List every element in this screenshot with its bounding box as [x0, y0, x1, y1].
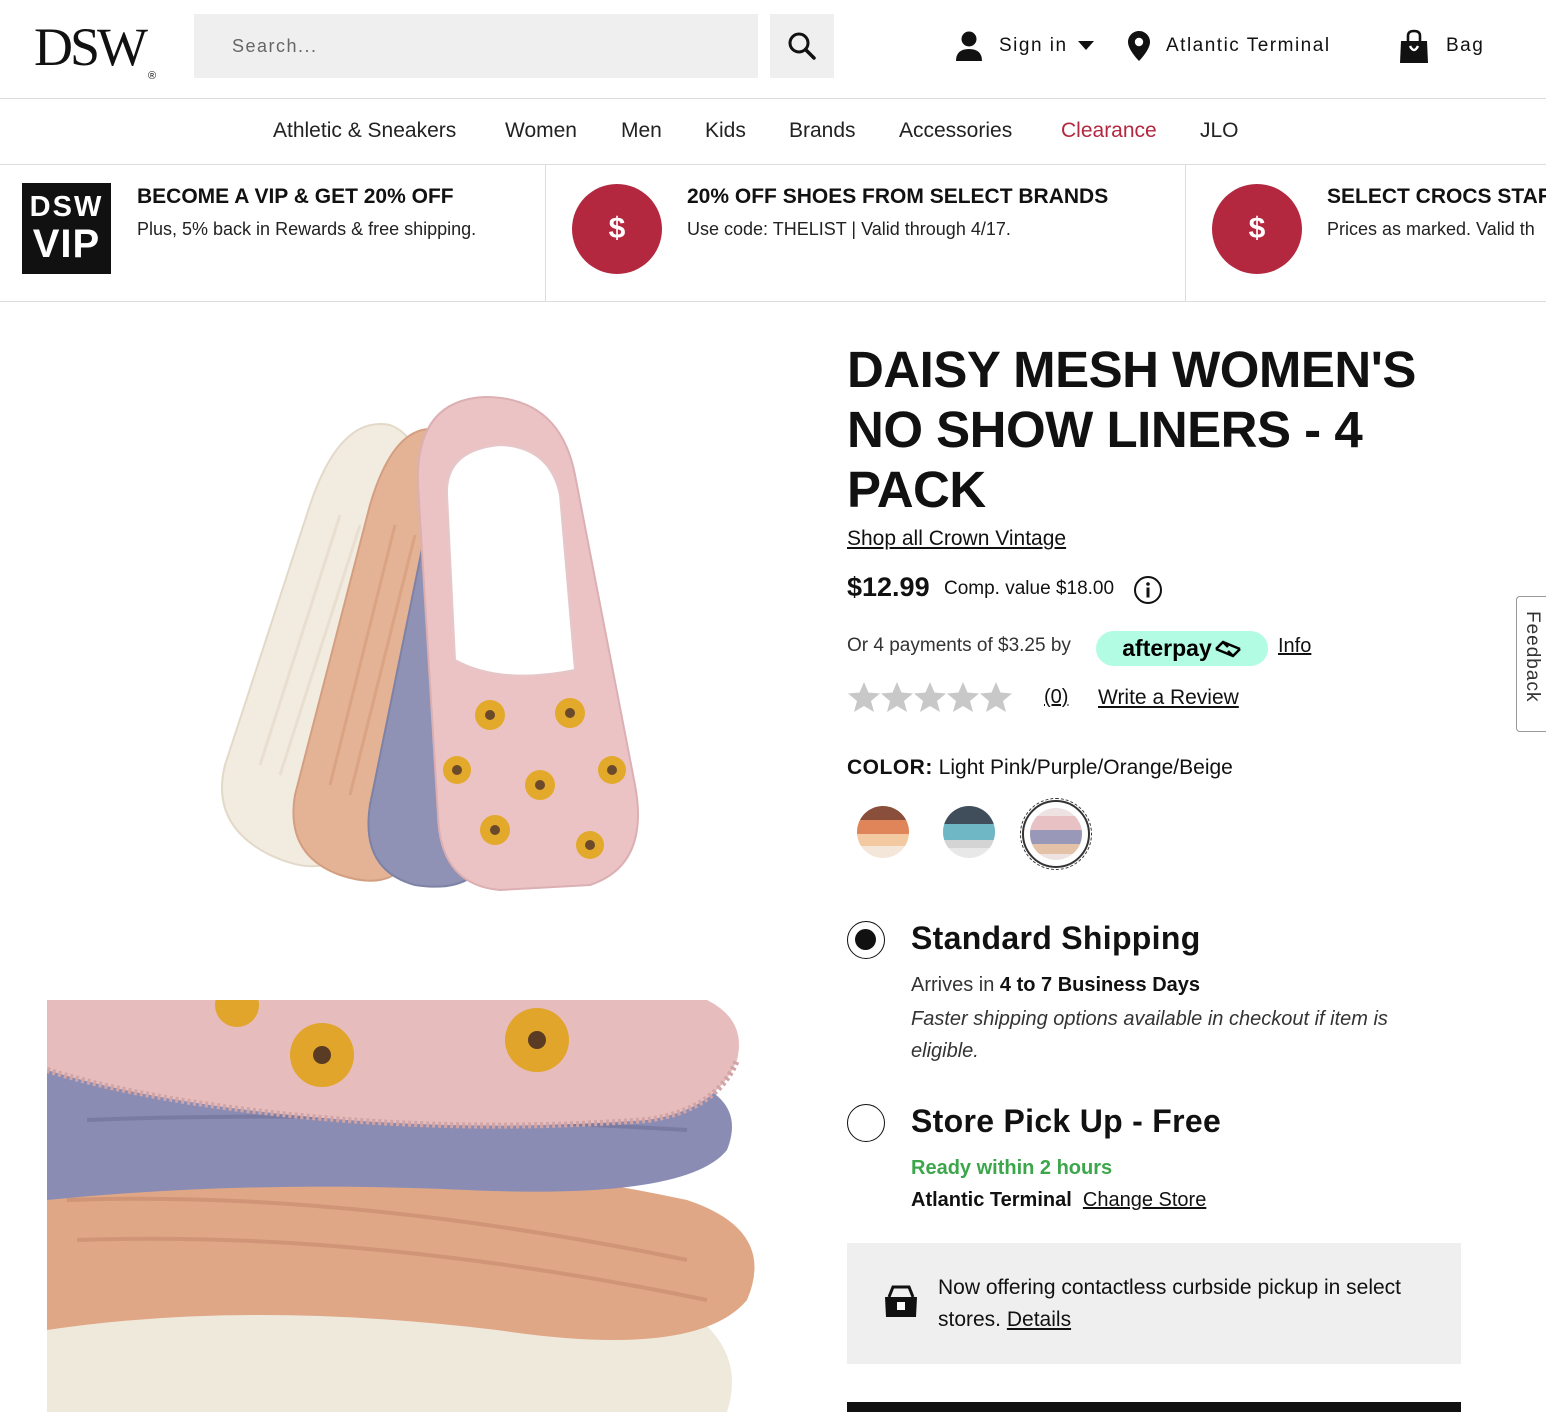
change-store-link[interactable]: Change Store [1083, 1189, 1206, 1211]
afterpay-badge: afterpay [1096, 631, 1268, 666]
promo-brands[interactable]: $ 20% OFF SHOES FROM SELECT BRANDS Use c… [546, 165, 1185, 301]
info-icon[interactable] [1133, 575, 1163, 605]
bag-button[interactable]: Bag [1398, 28, 1484, 64]
color-swatch-3-selected[interactable] [1030, 808, 1082, 860]
star-icon [980, 682, 1012, 712]
nav-brands[interactable]: Brands [789, 119, 856, 143]
standard-arrival: Arrives in 4 to 7 Business Days [911, 974, 1201, 996]
product-price: $12.99 [847, 572, 930, 602]
product-image-main[interactable] [200, 385, 660, 905]
promo-strip: DSW VIP BECOME A VIP & GET 20% OFF Plus,… [0, 165, 1546, 302]
afterpay-info-link[interactable]: Info [1278, 635, 1311, 658]
product-title: DAISY MESH WOMEN'S NO SHOW LINERS - 4 PA… [847, 341, 1416, 518]
bag-label: Bag [1446, 35, 1485, 56]
star-icon [914, 682, 946, 712]
promo-title: SELECT CROCS STAR [1327, 185, 1546, 208]
main-nav: Athletic & Sneakers Women Men Kids Brand… [0, 99, 1546, 165]
curbside-text: Now offering contactless curbside pickup… [938, 1276, 1402, 1331]
promo-crocs[interactable]: $ SELECT CROCS STAR Prices as marked. Va… [1186, 165, 1546, 301]
star-icon [947, 682, 979, 712]
standard-shipping-title: Standard Shipping [911, 920, 1201, 956]
dsw-logo[interactable]: DSW ® [34, 18, 157, 91]
star-icon [881, 682, 913, 712]
nav-women[interactable]: Women [505, 119, 577, 143]
color-swatch-2[interactable] [943, 806, 995, 858]
bag-icon [1400, 29, 1428, 63]
promo-title: 20% OFF SHOES FROM SELECT BRANDS [687, 185, 1109, 208]
standard-shipping-radio[interactable] [847, 921, 885, 959]
curbside-bag-icon [885, 1285, 917, 1317]
nav-jlo[interactable]: JLO [1200, 119, 1239, 143]
nav-clearance[interactable]: Clearance [1061, 119, 1157, 143]
promo-vip[interactable]: DSW VIP BECOME A VIP & GET 20% OFF Plus,… [0, 165, 545, 301]
add-to-bag-button[interactable] [847, 1402, 1461, 1412]
search-button[interactable] [770, 14, 834, 78]
nav-accessories[interactable]: Accessories [899, 119, 1012, 143]
nav-kids[interactable]: Kids [705, 119, 746, 143]
promo-subtitle: Plus, 5% back in Rewards & free shipping… [137, 219, 477, 239]
nav-men[interactable]: Men [621, 119, 662, 143]
dollar-icon: $ [572, 184, 662, 274]
sign-in-menu[interactable]: Sign in [955, 28, 1094, 64]
promo-title: BECOME A VIP & GET 20% OFF [137, 185, 454, 208]
afterpay-text: Or 4 payments of $3.25 by [847, 635, 1071, 656]
rating-stars[interactable] [847, 680, 1017, 716]
user-icon [956, 31, 982, 61]
feedback-tab[interactable]: Feedback [1516, 596, 1546, 732]
nav-athletic[interactable]: Athletic & Sneakers [273, 119, 456, 143]
location-pin-icon [1128, 31, 1150, 61]
vip-badge: DSW VIP [22, 183, 111, 274]
search-input[interactable] [194, 14, 758, 78]
search-icon [788, 32, 816, 60]
registered-mark: ® [148, 70, 157, 82]
promo-subtitle: Prices as marked. Valid th [1327, 219, 1535, 239]
pickup-ready-time: Ready within 2 hours [911, 1157, 1113, 1179]
store-selector[interactable]: Atlantic Terminal [1128, 28, 1331, 64]
comp-value: Comp. value $18.00 [944, 578, 1115, 599]
curbside-notice: Now offering contactless curbside pickup… [847, 1243, 1461, 1364]
store-pickup-title: Store Pick Up - Free [911, 1103, 1222, 1139]
shop-all-brand-link[interactable]: Shop all Crown Vintage [847, 527, 1066, 551]
color-label: COLOR: Light Pink/Purple/Orange/Beige [847, 756, 1233, 779]
pickup-store-name: Atlantic Terminal [911, 1189, 1072, 1211]
product-image-detail[interactable] [47, 1000, 807, 1412]
star-icon [848, 682, 880, 712]
store-pickup-radio[interactable] [847, 1104, 885, 1142]
caret-down-icon [1077, 41, 1094, 50]
color-value: Light Pink/Purple/Orange/Beige [938, 756, 1233, 779]
write-review-link[interactable]: Write a Review [1098, 686, 1239, 710]
pickup-store-line: Atlantic Terminal Change Store [911, 1189, 1206, 1212]
standard-shipping-note: Faster shipping options available in che… [911, 1008, 1388, 1062]
curbside-details-link[interactable]: Details [1007, 1308, 1071, 1331]
afterpay-logo-icon [1214, 640, 1241, 657]
sign-in-label: Sign in [999, 35, 1068, 56]
dollar-icon: $ [1212, 184, 1302, 274]
color-swatch-1[interactable] [857, 806, 909, 858]
store-name: Atlantic Terminal [1166, 35, 1331, 56]
promo-subtitle: Use code: THELIST | Valid through 4/17. [687, 219, 1011, 239]
review-count-link[interactable]: (0) [1044, 686, 1068, 709]
site-header: DSW® Sign in Atlantic Terminal Bag [0, 0, 1546, 99]
